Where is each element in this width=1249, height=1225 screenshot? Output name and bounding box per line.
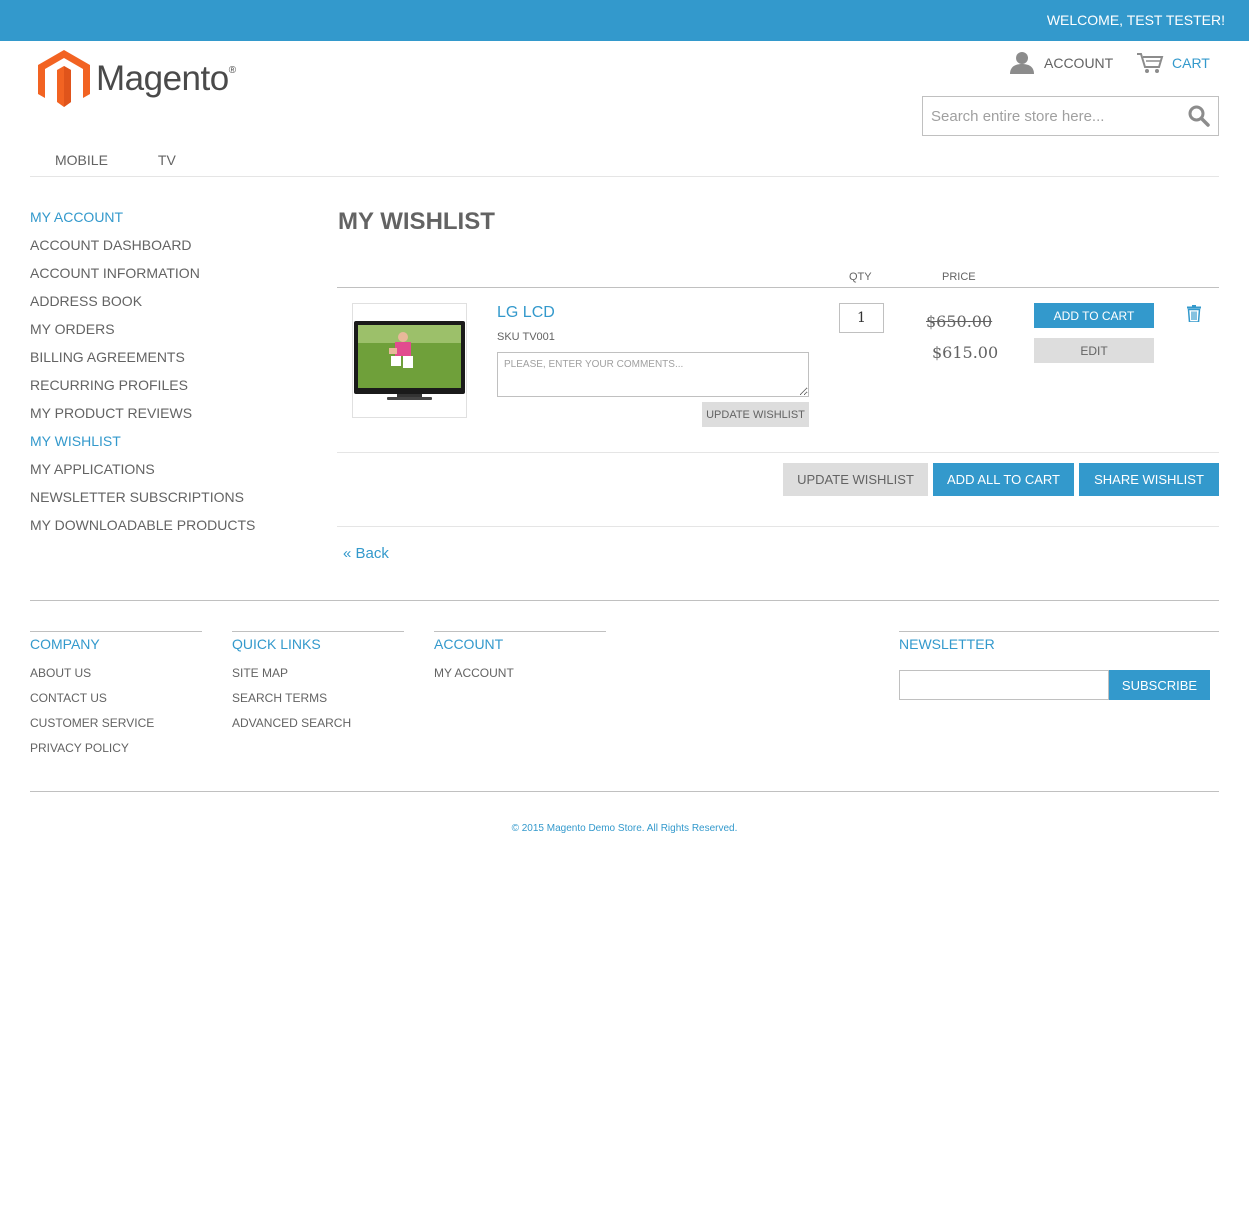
footer-divider bbox=[30, 600, 1219, 601]
sidebar-item-my-orders[interactable]: MY ORDERS bbox=[30, 321, 255, 349]
footer-link-search-terms[interactable]: SEARCH TERMS bbox=[232, 691, 404, 716]
back-link[interactable]: « Back bbox=[343, 545, 389, 562]
account-sidebar: MY ACCOUNT ACCOUNT DASHBOARD ACCOUNT INF… bbox=[30, 209, 255, 545]
footer-link-about-us[interactable]: ABOUT US bbox=[30, 666, 202, 691]
footer-link-contact-us[interactable]: CONTACT US bbox=[30, 691, 202, 716]
sidebar-item-account-information[interactable]: ACCOUNT INFORMATION bbox=[30, 265, 255, 293]
footer-link-site-map[interactable]: SITE MAP bbox=[232, 666, 404, 691]
footer-newsletter: NEWSLETTER SUBSCRIBE bbox=[899, 631, 1219, 700]
tv-product-image bbox=[354, 321, 465, 400]
footer-newsletter-title: NEWSLETTER bbox=[899, 636, 995, 652]
newsletter-email-input[interactable] bbox=[899, 670, 1109, 700]
add-to-cart-button[interactable]: ADD TO CART bbox=[1034, 303, 1154, 328]
footer-quick-links-title: QUICK LINKS bbox=[232, 636, 321, 652]
product-name-link[interactable]: LG LCD bbox=[497, 304, 555, 322]
footer-company: COMPANY ABOUT US CONTACT US CUSTOMER SER… bbox=[30, 631, 202, 766]
logo-wordmark: Magento bbox=[96, 59, 229, 98]
bottom-divider bbox=[30, 791, 1219, 792]
account-label: ACCOUNT bbox=[1044, 55, 1114, 71]
remove-item-button[interactable] bbox=[1187, 305, 1201, 327]
search-button[interactable] bbox=[1188, 105, 1210, 132]
footer-quick-links: QUICK LINKS SITE MAP SEARCH TERMS ADVANC… bbox=[232, 631, 404, 741]
product-sku: SKU TV001 bbox=[497, 331, 555, 343]
footer-link-my-account[interactable]: MY ACCOUNT bbox=[434, 666, 606, 691]
sidebar-item-my-wishlist[interactable]: MY WISHLIST bbox=[30, 433, 255, 461]
special-price: $615.00 bbox=[932, 343, 999, 362]
sidebar-item-my-downloadable-products[interactable]: MY DOWNLOADABLE PRODUCTS bbox=[30, 517, 255, 545]
logo[interactable]: Magento® bbox=[38, 50, 236, 108]
copyright: © 2015 Magento Demo Store. All Rights Re… bbox=[511, 823, 738, 834]
nav-item-mobile[interactable]: MOBILE bbox=[55, 152, 108, 168]
edit-button[interactable]: EDIT bbox=[1034, 338, 1154, 363]
update-wishlist-item-button[interactable]: UPDATE WISHLIST bbox=[702, 402, 809, 427]
sidebar-item-newsletter-subscriptions[interactable]: NEWSLETTER SUBSCRIPTIONS bbox=[30, 489, 255, 517]
update-wishlist-button[interactable]: UPDATE WISHLIST bbox=[783, 463, 928, 496]
cart-icon bbox=[1137, 53, 1164, 73]
footer-link-privacy-policy[interactable]: PRIVACY POLICY bbox=[30, 741, 202, 766]
share-wishlist-button[interactable]: SHARE WISHLIST bbox=[1079, 463, 1219, 496]
footer-link-advanced-search[interactable]: ADVANCED SEARCH bbox=[232, 716, 404, 741]
logo-registered: ® bbox=[228, 65, 236, 76]
search-input[interactable] bbox=[923, 97, 1173, 135]
row-divider bbox=[337, 452, 1219, 453]
sidebar-item-address-book[interactable]: ADDRESS BOOK bbox=[30, 293, 255, 321]
top-bar: WELCOME, TEST TESTER! bbox=[0, 0, 1249, 41]
user-icon bbox=[1010, 52, 1034, 74]
search-icon bbox=[1188, 105, 1210, 127]
cart-label: CART bbox=[1172, 55, 1210, 71]
main-nav: MOBILE TV bbox=[55, 152, 226, 168]
qty-input[interactable] bbox=[839, 303, 884, 333]
table-header-divider bbox=[337, 287, 1219, 288]
column-header-price: PRICE bbox=[942, 271, 976, 283]
sidebar-item-recurring-profiles[interactable]: RECURRING PROFILES bbox=[30, 377, 255, 405]
welcome-message: WELCOME, TEST TESTER! bbox=[1046, 12, 1225, 28]
sidebar-item-billing-agreements[interactable]: BILLING AGREEMENTS bbox=[30, 349, 255, 377]
sidebar-item-my-product-reviews[interactable]: MY PRODUCT REVIEWS bbox=[30, 405, 255, 433]
column-header-qty: QTY bbox=[849, 271, 872, 283]
logo-text: Magento® bbox=[96, 59, 236, 99]
subscribe-button[interactable]: SUBSCRIBE bbox=[1109, 670, 1210, 700]
footer-account-title: ACCOUNT bbox=[434, 636, 504, 652]
magento-logo-icon bbox=[38, 50, 90, 107]
page-title: MY WISHLIST bbox=[338, 208, 495, 235]
product-image[interactable] bbox=[352, 303, 467, 418]
comment-textarea[interactable] bbox=[497, 352, 809, 397]
add-all-to-cart-button[interactable]: ADD ALL TO CART bbox=[933, 463, 1074, 496]
search-box bbox=[922, 96, 1219, 136]
cart-link[interactable]: CART bbox=[1136, 52, 1210, 74]
actions-divider bbox=[337, 526, 1219, 527]
sidebar-title: MY ACCOUNT bbox=[30, 209, 124, 225]
sidebar-item-account-dashboard[interactable]: ACCOUNT DASHBOARD bbox=[30, 237, 255, 265]
footer-link-customer-service[interactable]: CUSTOMER SERVICE bbox=[30, 716, 202, 741]
old-price: $650.00 bbox=[926, 312, 993, 331]
nav-item-tv[interactable]: TV bbox=[158, 152, 176, 168]
nav-divider bbox=[30, 176, 1219, 177]
sidebar-item-my-applications[interactable]: MY APPLICATIONS bbox=[30, 461, 255, 489]
footer-account: ACCOUNT MY ACCOUNT bbox=[434, 631, 606, 691]
trash-icon bbox=[1187, 305, 1201, 323]
footer-company-title: COMPANY bbox=[30, 636, 100, 652]
account-link[interactable]: ACCOUNT bbox=[1010, 52, 1113, 74]
